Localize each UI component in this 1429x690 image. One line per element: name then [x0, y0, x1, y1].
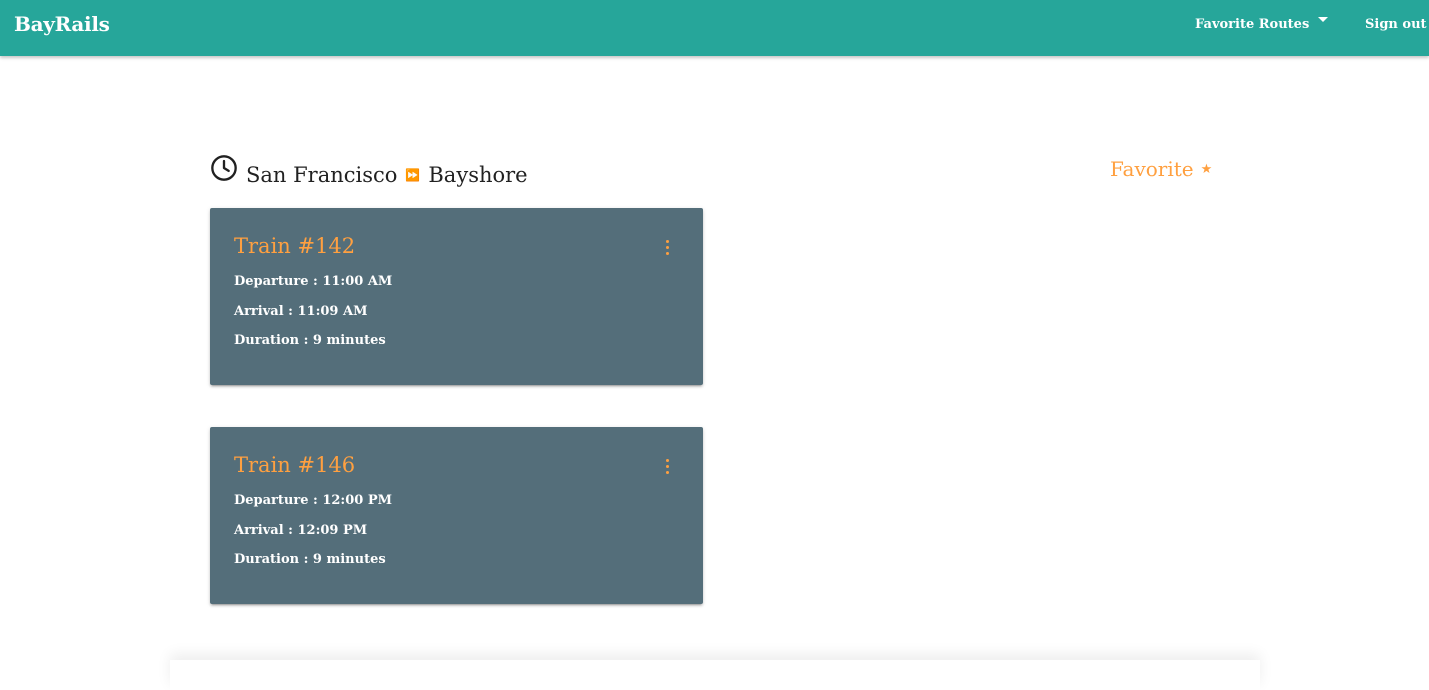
more-vert-icon[interactable]	[663, 459, 671, 477]
star-icon: ★	[1200, 161, 1213, 177]
train-card: Train #142 Departure : 11:00 AM Arrival …	[210, 208, 703, 385]
route-header: San Francisco ⏩ Bayshore	[210, 155, 528, 188]
sign-out-link[interactable]: Sign out	[1365, 17, 1427, 32]
departure-time: Departure : 11:00 AM	[234, 274, 393, 289]
fast-forward-icon: ⏩	[405, 168, 421, 182]
caret-down-icon[interactable]	[1318, 17, 1328, 22]
top-navbar: BayRails Favorite Routes Sign out	[0, 0, 1429, 56]
train-title: Train #146	[234, 453, 356, 477]
route-title: San Francisco ⏩ Bayshore	[246, 163, 528, 187]
trip-duration: Duration : 9 minutes	[234, 333, 386, 348]
train-card: Train #146 Departure : 12:00 PM Arrival …	[210, 427, 703, 604]
favorite-routes-dropdown[interactable]: Favorite Routes	[1195, 17, 1309, 32]
footer-shadow	[170, 660, 1260, 690]
more-vert-icon[interactable]	[663, 240, 671, 258]
train-title: Train #142	[234, 234, 356, 258]
destination-station: Bayshore	[428, 163, 528, 187]
brand-logo[interactable]: BayRails	[14, 12, 110, 36]
favorite-button[interactable]: Favorite ★	[1110, 157, 1212, 181]
departure-time: Departure : 12:00 PM	[234, 493, 393, 508]
clock-icon	[211, 155, 237, 181]
favorite-label: Favorite	[1110, 157, 1194, 181]
origin-station: San Francisco	[246, 163, 398, 187]
arrival-time: Arrival : 11:09 AM	[234, 304, 368, 319]
arrival-time: Arrival : 12:09 PM	[234, 523, 368, 538]
trip-duration: Duration : 9 minutes	[234, 552, 386, 567]
